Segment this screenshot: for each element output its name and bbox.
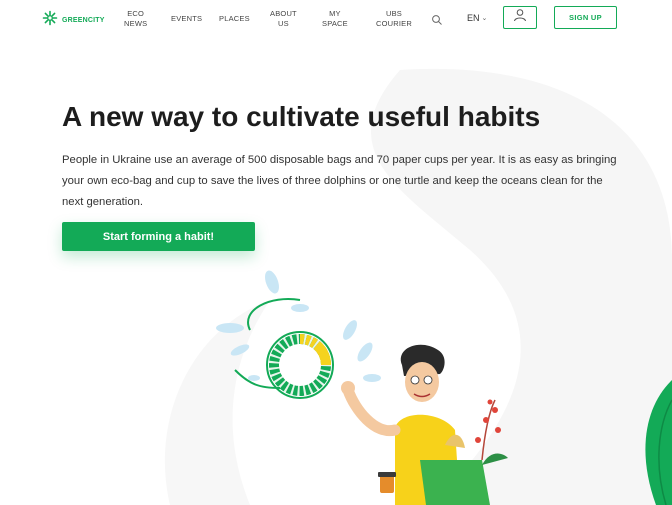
user-profile-button[interactable] (503, 6, 537, 29)
nav-my-space[interactable]: MY SPACE (322, 9, 348, 29)
nav-events[interactable]: EVENTS (171, 14, 202, 24)
start-habit-button[interactable]: Start forming a habit! (62, 222, 255, 251)
character-figure (341, 344, 490, 505)
nav-my-space-line1: MY (329, 9, 341, 18)
nav-places[interactable]: PLACES (219, 14, 250, 24)
flower-branch (475, 399, 508, 465)
logo-text: GREENCITY (62, 17, 105, 24)
nav-ubs-courier-line1: UBS (385, 9, 403, 18)
logo[interactable]: GREENCITY (42, 10, 105, 31)
nav-about-us[interactable]: ABOUT US (270, 9, 297, 29)
hero-illustration (216, 270, 508, 505)
hero-title: A new way to cultivate useful habits (62, 101, 541, 132)
nav-places-label: PLACES (219, 14, 250, 23)
nav-about-us-line2: US (278, 19, 289, 28)
nav-about-us-line1: ABOUT (270, 9, 297, 18)
language-label: EN (467, 13, 480, 23)
chevron-down-icon: ⌄ (481, 15, 488, 22)
user-icon (513, 8, 527, 27)
nav-eco-news-line2: NEWS (124, 19, 148, 28)
nav-ubs-courier[interactable]: UBS COURIER (376, 9, 412, 29)
nav-ubs-courier-line2: COURIER (376, 19, 412, 28)
hero-description: People in Ukraine use an average of 500 … (62, 154, 617, 208)
corner-leaf-decoration (645, 380, 672, 505)
search-icon[interactable] (431, 13, 443, 25)
top-navigation: GREENCITY ECO NEWS EVENTS PLACES ABOUT U… (0, 0, 672, 40)
nav-eco-news[interactable]: ECO NEWS (124, 9, 147, 29)
language-selector[interactable]: EN ⌄ (467, 13, 487, 23)
sign-up-button[interactable]: SIGN UP (554, 6, 617, 29)
nav-my-space-line2: SPACE (322, 19, 348, 28)
greencity-logo-icon (42, 10, 58, 31)
nav-events-label: EVENTS (171, 14, 203, 23)
nav-eco-news-line1: ECO (127, 9, 145, 18)
